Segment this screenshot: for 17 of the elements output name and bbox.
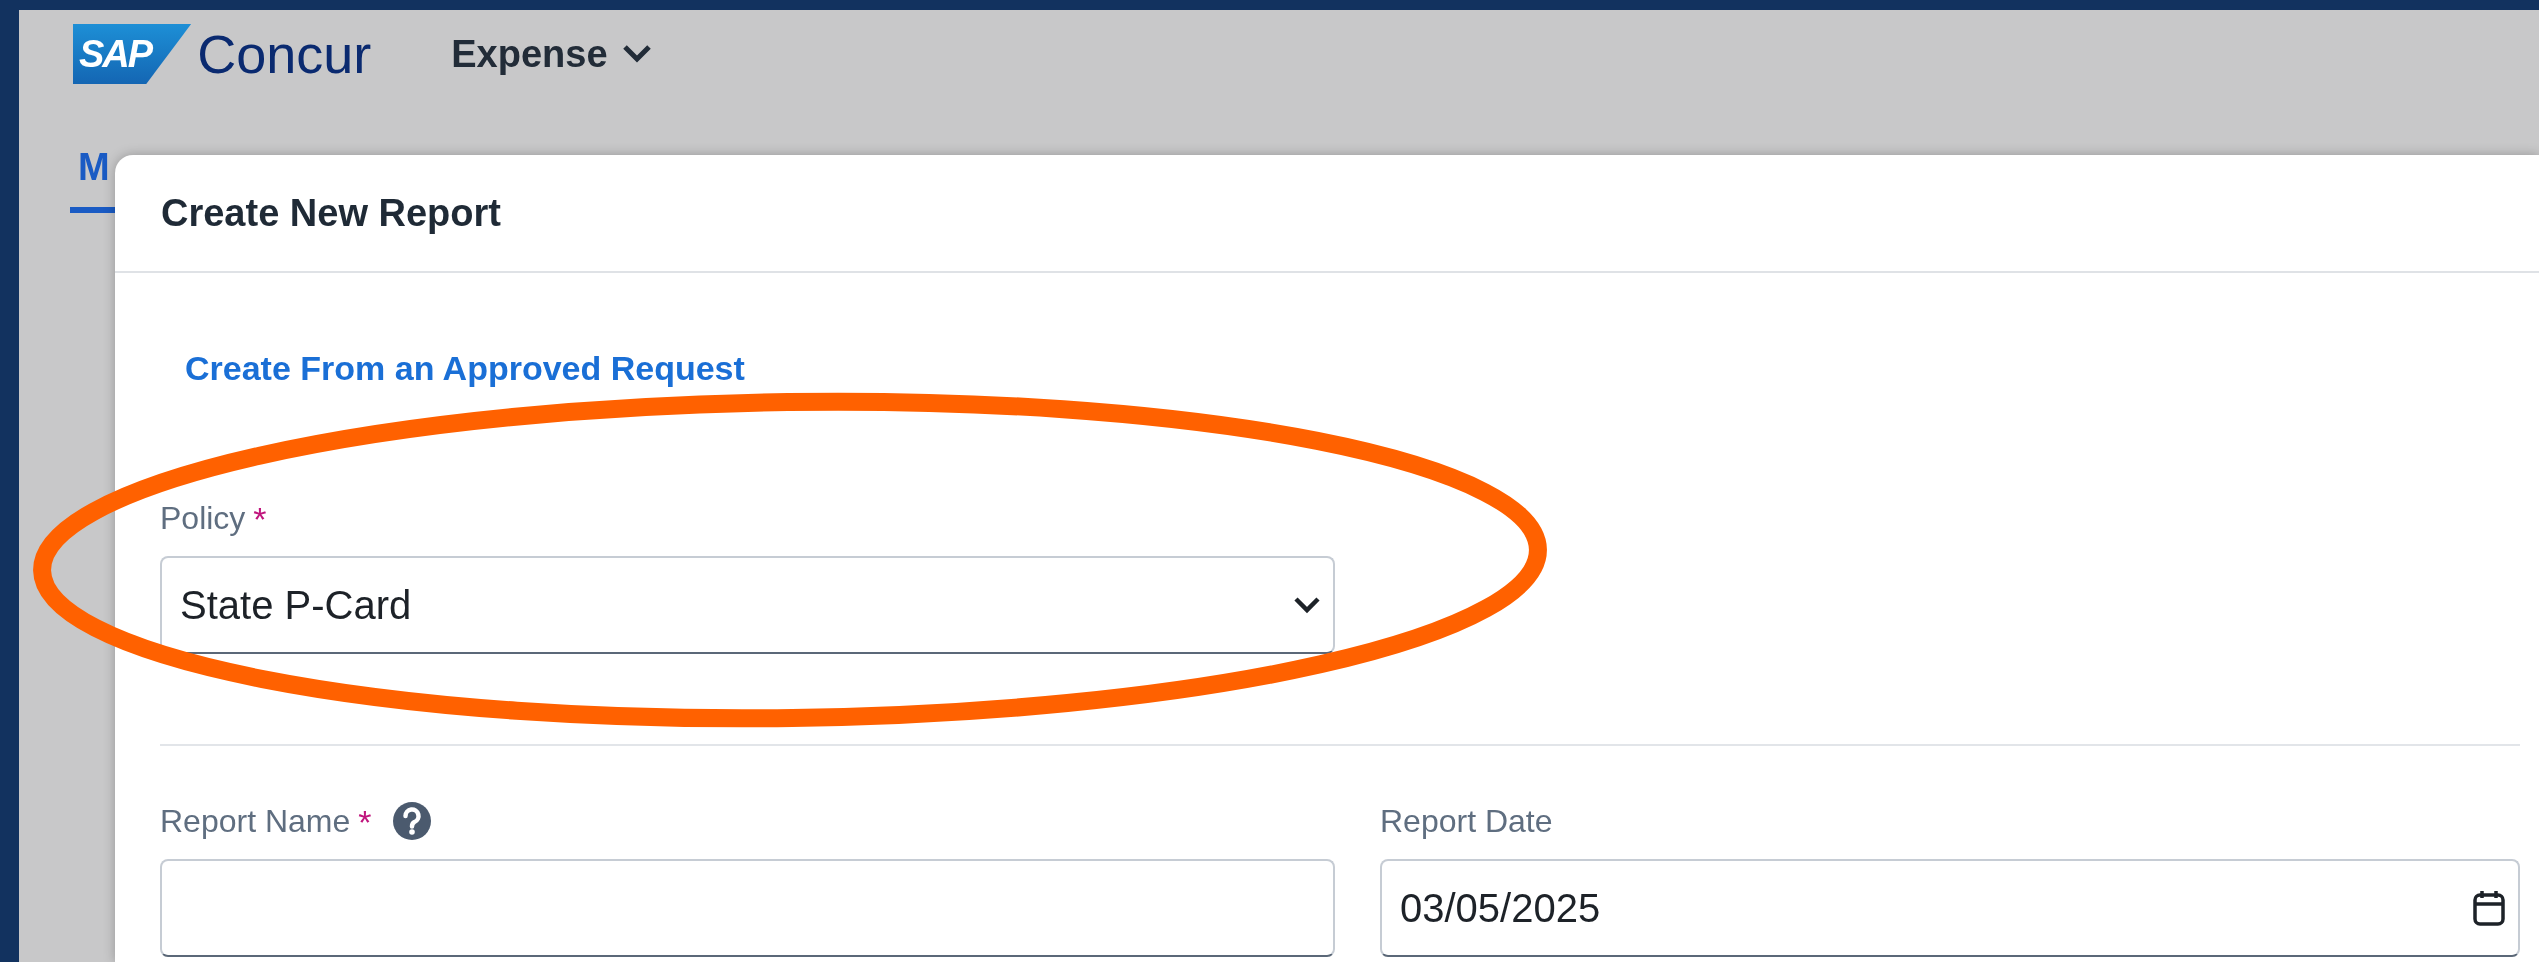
help-icon[interactable] [391,801,432,841]
chevron-down-icon [621,44,652,64]
required-mark: * [358,803,372,842]
field-label: Report Name [160,802,351,840]
logo-mark: SAP [73,24,192,84]
date-input[interactable]: 03/05/2025 [1380,859,2520,957]
dialog-title: Create New Report [161,191,501,235]
approved-request-link[interactable]: Create From an Approved Request [185,349,745,388]
product-menu[interactable]: Expense [451,32,652,76]
chevron-down-icon [1293,596,1321,614]
field-label: Policy [160,499,246,537]
text-input[interactable] [160,859,1335,957]
field-label: Report Date [1380,802,1553,840]
policy-select[interactable]: State P-Card [160,556,1335,654]
logo-name: Concur [197,23,372,85]
required-mark: * [253,500,267,539]
calendar-icon[interactable] [2472,889,2506,927]
